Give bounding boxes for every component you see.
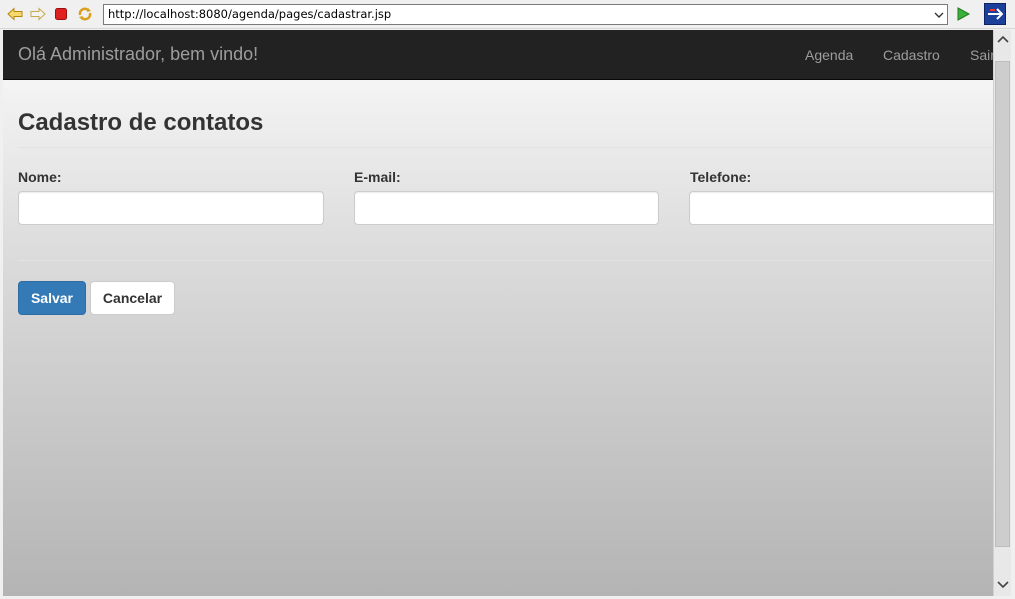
vertical-scrollbar[interactable]	[993, 30, 1011, 596]
scrollbar-thumb[interactable]	[995, 61, 1010, 547]
address-bar-url[interactable]: http://localhost:8080/agenda/pages/cadas…	[108, 7, 391, 21]
go-arrow-icon[interactable]	[955, 6, 971, 22]
chevron-down-icon[interactable]	[994, 576, 1011, 593]
nome-label: Nome:	[18, 169, 62, 185]
navbar: Olá Administrador, bem vindo! Agenda Cad…	[3, 30, 993, 80]
save-button[interactable]: Salvar	[18, 281, 86, 315]
divider	[18, 260, 993, 261]
refresh-icon[interactable]	[76, 5, 94, 23]
chevron-up-icon[interactable]	[994, 30, 1011, 47]
nav-link-sair[interactable]: Sair	[970, 47, 993, 63]
email-label: E-mail:	[354, 169, 401, 185]
address-bar[interactable]: http://localhost:8080/agenda/pages/cadas…	[103, 4, 948, 25]
back-arrow-icon[interactable]	[6, 5, 24, 23]
navbar-brand[interactable]: Olá Administrador, bem vindo!	[18, 44, 258, 65]
nav-link-cadastro[interactable]: Cadastro	[883, 47, 940, 63]
telefone-input[interactable]	[689, 191, 993, 225]
forward-arrow-icon[interactable]	[29, 5, 47, 23]
cancel-button[interactable]: Cancelar	[90, 281, 175, 315]
nav-link-agenda[interactable]: Agenda	[805, 47, 853, 63]
browser-toolbar: http://localhost:8080/agenda/pages/cadas…	[0, 0, 1015, 29]
divider	[18, 147, 993, 148]
nome-input[interactable]	[18, 191, 324, 225]
telefone-label: Telefone:	[690, 169, 752, 185]
extension-icon[interactable]	[984, 3, 1006, 25]
stop-icon[interactable]	[52, 5, 70, 23]
chevron-down-icon[interactable]	[933, 8, 945, 20]
email-input[interactable]	[354, 191, 659, 225]
page-viewport: Olá Administrador, bem vindo! Agenda Cad…	[3, 30, 993, 596]
page-title: Cadastro de contatos	[18, 109, 264, 136]
